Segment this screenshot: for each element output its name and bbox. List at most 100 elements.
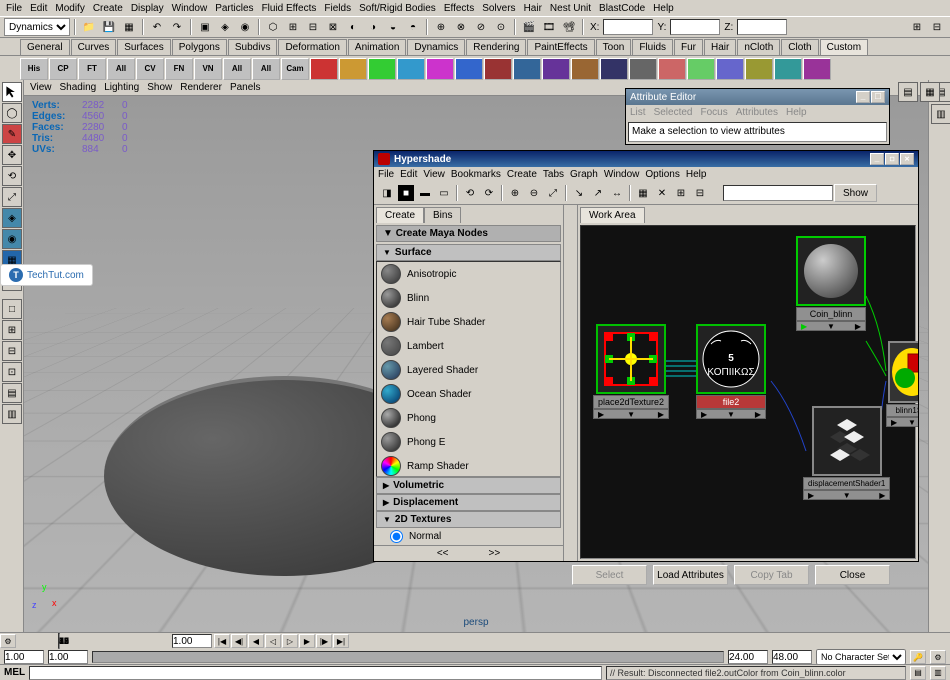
menu-blastcode[interactable]: BlastCode bbox=[599, 3, 645, 14]
hs-tool-icon[interactable]: ▬ bbox=[416, 184, 434, 202]
layout-icon[interactable]: ▥ bbox=[2, 404, 22, 424]
range-start-input[interactable] bbox=[4, 650, 44, 664]
close-icon[interactable]: ☐ bbox=[871, 91, 885, 103]
shelf-script-icon[interactable] bbox=[629, 58, 657, 80]
menu-help[interactable]: Help bbox=[653, 3, 674, 14]
close-button[interactable]: Close bbox=[815, 565, 890, 585]
shelf-tab-ncloth[interactable]: nCloth bbox=[737, 39, 780, 55]
shelf-script-icon[interactable] bbox=[426, 58, 454, 80]
hs-menu-create[interactable]: Create bbox=[507, 169, 537, 180]
material-layered-shader[interactable]: Layered Shader bbox=[377, 358, 560, 382]
toolbar-icon[interactable]: 📁 bbox=[80, 18, 98, 36]
shelf-btn-vn[interactable]: VN bbox=[194, 58, 222, 80]
shelf-script-icon[interactable] bbox=[687, 58, 715, 80]
rewind-icon[interactable]: |◀ bbox=[214, 634, 230, 648]
toolbar-icon[interactable]: 💾 bbox=[100, 18, 118, 36]
hs-tool-icon[interactable]: ⊕ bbox=[506, 184, 524, 202]
node-shading-group[interactable]: blinn1SG ▶▼▶ bbox=[886, 341, 918, 427]
hs-tool-icon[interactable]: ⟲ bbox=[461, 184, 479, 202]
rotate-tool-icon[interactable]: ⟲ bbox=[2, 166, 22, 186]
minimize-icon[interactable]: _ bbox=[870, 153, 884, 165]
range-slider[interactable] bbox=[92, 651, 724, 663]
hs-layout-icon[interactable]: ▦ bbox=[634, 184, 652, 202]
sel-mode-icon[interactable]: ◉ bbox=[236, 18, 254, 36]
shelf-tab-animation[interactable]: Animation bbox=[348, 39, 406, 55]
hs-tool-icon[interactable]: ⟳ bbox=[480, 184, 498, 202]
menu-softrigidbodies[interactable]: Soft/Rigid Bodies bbox=[359, 3, 436, 14]
play-fwd-icon[interactable]: ▷ bbox=[282, 634, 298, 648]
sel-mode-icon[interactable]: ◈ bbox=[216, 18, 234, 36]
menu-display[interactable]: Display bbox=[131, 3, 164, 14]
shelf-script-icon[interactable] bbox=[484, 58, 512, 80]
shelf-tab-cloth[interactable]: Cloth bbox=[781, 39, 818, 55]
shelf-btn-all[interactable]: All bbox=[252, 58, 280, 80]
menu-nestunit[interactable]: Nest Unit bbox=[550, 3, 591, 14]
current-frame-input[interactable] bbox=[172, 634, 212, 648]
hs-tool-icon[interactable]: ▭ bbox=[435, 184, 453, 202]
shelf-btn-fn[interactable]: FN bbox=[165, 58, 193, 80]
hs-menu-view[interactable]: View bbox=[423, 169, 445, 180]
shelf-tab-general[interactable]: General bbox=[20, 39, 70, 55]
mask-icon[interactable]: ◒ bbox=[384, 18, 402, 36]
mask-icon[interactable]: ⬡ bbox=[264, 18, 282, 36]
node-coin-blinn[interactable]: Coin_blinn ▶▼▶ bbox=[796, 236, 866, 331]
nav-next[interactable]: >> bbox=[489, 548, 501, 559]
menu-modify[interactable]: Modify bbox=[55, 3, 84, 14]
material-phong[interactable]: Phong bbox=[377, 406, 560, 430]
soft-tool-icon[interactable]: ◉ bbox=[2, 229, 22, 249]
hs-menu-graph[interactable]: Graph bbox=[570, 169, 598, 180]
panel-toggle-icon[interactable]: ▥ bbox=[931, 104, 950, 124]
shelf-tab-surfaces[interactable]: Surfaces bbox=[117, 39, 170, 55]
menu-hair[interactable]: Hair bbox=[524, 3, 542, 14]
hs-menu-options[interactable]: Options bbox=[645, 169, 679, 180]
next-key-icon[interactable]: ▶ bbox=[299, 634, 315, 648]
shelf-script-icon[interactable] bbox=[716, 58, 744, 80]
material-blinn[interactable]: Blinn bbox=[377, 286, 560, 310]
viewport-menu-shading[interactable]: Shading bbox=[60, 82, 97, 93]
hs-tool-icon[interactable]: ⊞ bbox=[672, 184, 690, 202]
shelf-tab-subdivs[interactable]: Subdivs bbox=[228, 39, 278, 55]
viewport-menu-show[interactable]: Show bbox=[147, 82, 172, 93]
shelf-script-icon[interactable] bbox=[600, 58, 628, 80]
layout-icon[interactable]: ▤ bbox=[2, 383, 22, 403]
hs-show-button[interactable]: Show bbox=[834, 184, 877, 202]
section-2d-textures[interactable]: 2D Textures bbox=[376, 511, 561, 528]
shelf-btn-ft[interactable]: FT bbox=[78, 58, 106, 80]
hs-filter-input[interactable] bbox=[723, 185, 833, 201]
shelf-script-icon[interactable] bbox=[513, 58, 541, 80]
hs-graph-io-icon[interactable]: ↔ bbox=[608, 184, 626, 202]
command-input[interactable] bbox=[29, 666, 602, 680]
shelf-tab-fur[interactable]: Fur bbox=[674, 39, 703, 55]
manip-tool-icon[interactable]: ◈ bbox=[2, 208, 22, 228]
mask-icon[interactable]: ⊠ bbox=[324, 18, 342, 36]
sel-mode-icon[interactable]: ▣ bbox=[196, 18, 214, 36]
hs-menu-bookmarks[interactable]: Bookmarks bbox=[451, 169, 501, 180]
material-ramp-shader[interactable]: Ramp Shader bbox=[377, 454, 560, 477]
shelf-script-icon[interactable] bbox=[455, 58, 483, 80]
load-attributes-button[interactable]: Load Attributes bbox=[653, 565, 728, 585]
nav-prev[interactable]: << bbox=[437, 548, 449, 559]
shelf-btn-cv[interactable]: CV bbox=[136, 58, 164, 80]
hs-clear-icon[interactable]: ✕ bbox=[653, 184, 671, 202]
material-hair-tube-shader[interactable]: Hair Tube Shader bbox=[377, 310, 560, 334]
select-tool-icon[interactable] bbox=[2, 82, 22, 102]
character-set-dropdown[interactable]: No Character Set bbox=[816, 649, 906, 665]
step-fwd-icon[interactable]: |▶ bbox=[316, 634, 332, 648]
hs-tool-icon[interactable]: ⊟ bbox=[691, 184, 709, 202]
shelf-btn-cp[interactable]: CP bbox=[49, 58, 77, 80]
select-button[interactable]: Select bbox=[572, 565, 647, 585]
section-displacement[interactable]: Displacement bbox=[376, 494, 561, 511]
range-end-input[interactable] bbox=[772, 650, 812, 664]
x-input[interactable] bbox=[603, 19, 653, 35]
shelf-tab-custom[interactable]: Custom bbox=[820, 39, 868, 55]
menu-fields[interactable]: Fields bbox=[324, 3, 351, 14]
menu-effects[interactable]: Effects bbox=[444, 3, 474, 14]
shelf-tab-toon[interactable]: Toon bbox=[596, 39, 632, 55]
hs-tool-icon[interactable]: ■ bbox=[397, 184, 415, 202]
layout-four-icon[interactable]: ⊞ bbox=[2, 320, 22, 340]
hs-menu-help[interactable]: Help bbox=[686, 169, 707, 180]
help-line-icon[interactable]: ▥ bbox=[930, 666, 946, 680]
shader-graph[interactable]: place2dTexture2 ▶▼▶ 5 ΚΟΠΙΙΚΩΣ f bbox=[580, 225, 916, 559]
layout-single-icon[interactable]: □ bbox=[2, 299, 22, 319]
menu-solvers[interactable]: Solvers bbox=[482, 3, 515, 14]
